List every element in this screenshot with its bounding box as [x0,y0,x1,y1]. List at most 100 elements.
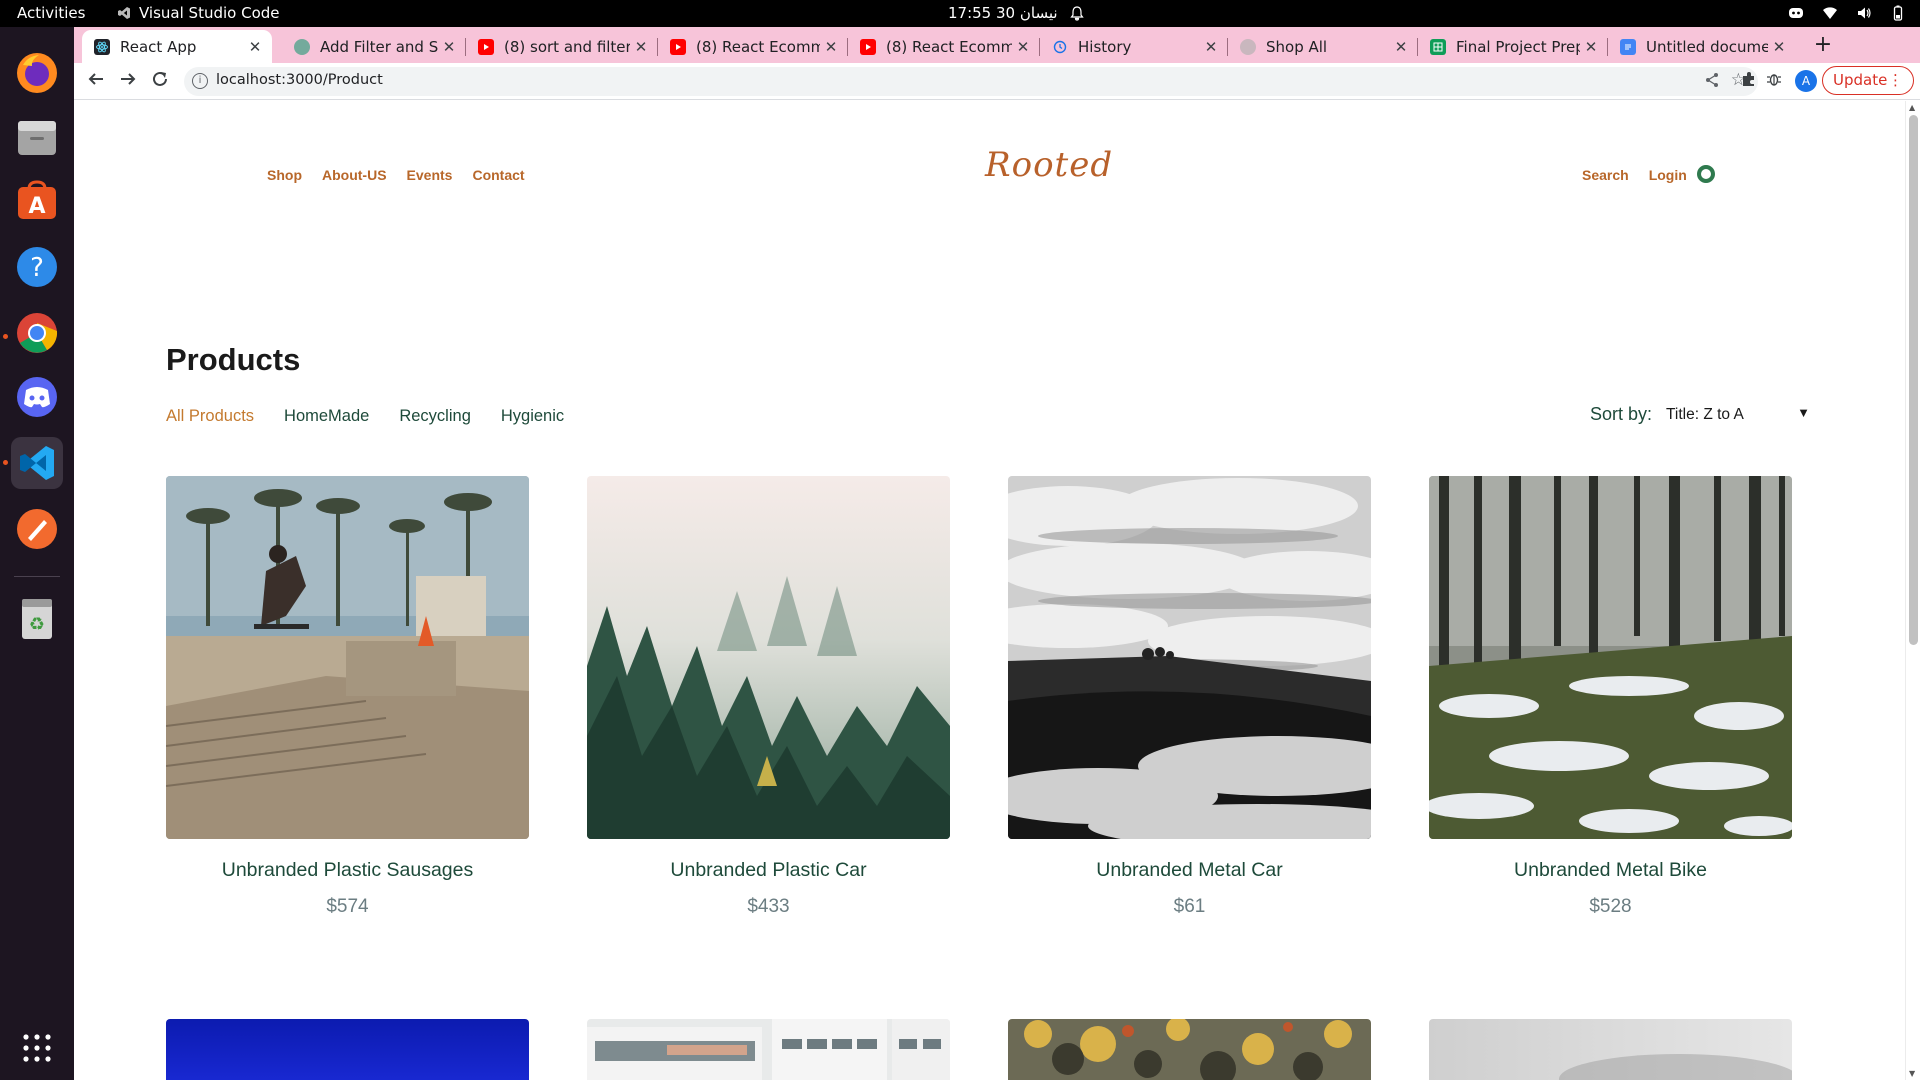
update-button[interactable]: Update ⋮ [1822,66,1914,95]
user-status-icon[interactable] [1697,165,1715,183]
chatgpt-favicon-icon [294,38,310,55]
extensions-puzzle-icon[interactable] [1741,71,1757,91]
product-name[interactable]: Unbranded Plastic Sausages [166,859,529,882]
tab-untitled-document[interactable]: Untitled document ✕ [1608,30,1796,63]
sort-select[interactable]: Title: Z to A ▼ [1666,404,1811,424]
discord-icon[interactable] [11,371,63,423]
tab-youtube-react-ecommerce-1[interactable]: (8) React Ecommerce ✕ [658,30,848,63]
site-info-icon[interactable]: i [192,73,208,89]
scrollbar-thumb[interactable] [1909,115,1918,645]
url-text[interactable]: localhost:3000/Product [216,72,383,88]
tab-youtube-sort-filter[interactable]: (8) sort and filter in ✕ [466,30,658,63]
back-button[interactable] [84,70,108,94]
tab-final-project[interactable]: Final Project Prepa ✕ [1418,30,1608,63]
filter-hygienic[interactable]: Hygienic [501,407,564,426]
product-name[interactable]: Unbranded Metal Car [1008,859,1371,882]
product-image-grey-sky[interactable] [1429,1019,1792,1080]
product-name[interactable]: Unbranded Plastic Car [587,859,950,882]
address-bar[interactable]: i localhost:3000/Product ☆ [184,67,1758,96]
category-filters: All Products HomeMade Recycling Hygienic [166,407,564,426]
tab-close-icon[interactable]: ✕ [820,38,842,56]
product-image-autumn[interactable] [1008,1019,1371,1080]
tab-label: (8) React Ecommerce [696,37,820,56]
focused-app-name: Visual Studio Code [139,4,280,22]
scroll-up-icon[interactable]: ▲ [1909,103,1915,112]
svg-text:♻: ♻ [29,614,45,635]
product-image-blue[interactable] [166,1019,529,1080]
tab-close-icon[interactable]: ✕ [244,38,266,56]
site-nav-right: Search Login [1582,167,1687,183]
filter-homemade[interactable]: HomeMade [284,407,369,426]
dock: A ? ♻ [0,27,74,1080]
chrome-icon[interactable] [11,307,63,359]
help-icon[interactable]: ? [11,241,63,293]
reload-icon [153,71,167,86]
page-scrollbar[interactable]: ▲ ▼ [1905,101,1920,1080]
software-icon[interactable]: A [11,175,63,227]
kebab-menu-icon[interactable]: ⋮ [1888,67,1903,93]
tab-label: Final Project Prepa [1456,37,1580,56]
product-image-misty-forest[interactable] [587,476,950,839]
tab-close-icon[interactable]: ✕ [1390,38,1412,56]
focused-app-menu[interactable]: Visual Studio Code [117,4,280,22]
scroll-down-icon[interactable]: ▼ [1909,1069,1915,1078]
tab-close-icon[interactable]: ✕ [438,38,460,56]
tab-close-icon[interactable]: ✕ [1768,38,1790,56]
vscode-icon[interactable] [11,437,63,489]
volume-icon [1858,7,1871,19]
tab-close-icon[interactable]: ✕ [1580,38,1602,56]
nav-shop[interactable]: Shop [267,167,302,183]
files-icon[interactable] [11,111,63,163]
product-image-cloud-sea[interactable] [1008,476,1371,839]
apps-grid-icon[interactable] [11,1022,63,1074]
forward-button[interactable] [116,70,140,94]
product-card[interactable]: Unbranded Metal Bike $528 [1429,476,1792,917]
tab-shop-all[interactable]: Shop All ✕ [1228,30,1418,63]
trash-icon[interactable]: ♻ [11,593,63,645]
clock[interactable]: 17:55 30 نيسان [948,4,1084,22]
browser-tab-strip: React App ✕ Add Filter and Sort ✕ (8) so… [74,27,1920,63]
notification-bell-icon [1069,5,1084,21]
nav-search[interactable]: Search [1582,167,1629,183]
extension-bug-icon[interactable] [1766,71,1782,91]
nav-login[interactable]: Login [1649,167,1687,183]
product-price: $433 [747,896,790,917]
system-tray[interactable] [1788,5,1906,21]
activities-button[interactable]: Activities [17,4,85,22]
system-top-bar: Activities Visual Studio Code 17:55 30 ن… [0,0,1920,27]
inkscape-icon[interactable] [11,503,63,555]
nav-about-us[interactable]: About-US [322,167,387,183]
tab-add-filter[interactable]: Add Filter and Sort ✕ [282,30,466,63]
product-card[interactable]: Unbranded Plastic Sausages $574 [166,476,529,917]
profile-avatar[interactable]: A [1795,70,1817,92]
chevron-down-icon: ▼ [1797,404,1811,420]
firefox-icon[interactable] [11,47,63,99]
product-card[interactable]: Unbranded Metal Car $61 [1008,476,1371,917]
tab-close-icon[interactable]: ✕ [1012,38,1034,56]
tab-history[interactable]: History ✕ [1040,30,1228,63]
product-name[interactable]: Unbranded Metal Bike [1429,859,1792,882]
tab-label: History [1078,37,1132,56]
product-card[interactable]: Unbranded Plastic Car $433 [587,476,950,917]
site-logo[interactable]: Rooted [985,145,1113,185]
product-price: $574 [326,896,369,917]
page-title: Products [166,342,301,377]
tab-label: React App [120,37,197,56]
product-image-skatepark[interactable] [166,476,529,839]
nav-contact[interactable]: Contact [472,167,524,183]
reload-button[interactable] [148,70,172,94]
svg-text:A: A [28,194,45,219]
filter-all-products[interactable]: All Products [166,407,254,426]
tab-close-icon[interactable]: ✕ [630,38,652,56]
filter-recycling[interactable]: Recycling [399,407,471,426]
vscode-small-icon [118,7,130,19]
tab-close-icon[interactable]: ✕ [1200,38,1222,56]
new-tab-button[interactable]: + [1810,33,1836,59]
product-image-building[interactable] [587,1019,950,1080]
share-icon[interactable] [1704,72,1720,92]
tab-youtube-react-ecommerce-2[interactable]: (8) React Ecommerce ✕ [848,30,1040,63]
docs-favicon-icon [1620,38,1636,55]
product-image-snowy-forest[interactable] [1429,476,1792,839]
tab-react-app[interactable]: React App ✕ [82,30,272,63]
nav-events[interactable]: Events [407,167,453,183]
